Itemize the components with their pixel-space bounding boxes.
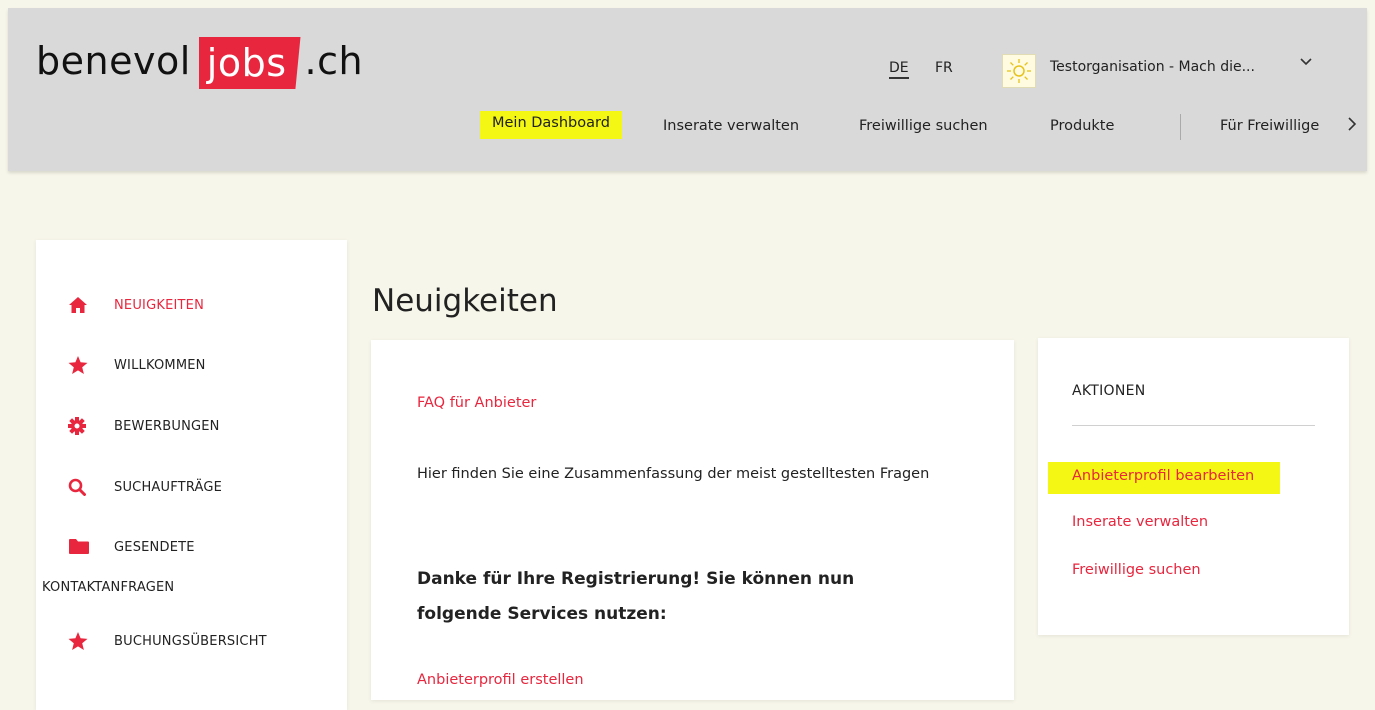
sidebar-item-label: NEUIGKEITEN [114, 298, 205, 313]
news-card: FAQ für Anbieter Hier finden Sie eine Zu… [371, 340, 1014, 700]
organisation-name[interactable]: Testorganisation - Mach die... [1050, 59, 1255, 75]
sidebar-item-label: BEWERBUNGEN [114, 419, 220, 434]
action-manage-ads-link[interactable]: Inserate verwalten [1072, 514, 1208, 530]
registration-thanks-text: Danke für Ihre Registrierung! Sie können… [417, 569, 855, 624]
actions-card: AKTIONEN Anbieterprofil bearbeiten Inser… [1038, 338, 1349, 635]
organisation-logo [1002, 54, 1036, 88]
sidebar-item-label: BUCHUNGSÜBERSICHT [114, 634, 267, 649]
action-edit-profile-link[interactable]: Anbieterprofil bearbeiten [1048, 462, 1281, 494]
sidebar: NEUIGKEITEN WILLKOMMEN BEWERBUNGEN SUCHA… [36, 240, 347, 710]
sidebar-item-label: WILLKOMMEN [114, 358, 206, 373]
faq-description: Hier finden Sie eine Zusammenfassung der… [417, 466, 930, 482]
sun-icon [1007, 59, 1031, 83]
star-icon [68, 632, 90, 650]
nav-fuer-freiwillige[interactable]: Für Freiwillige [1220, 118, 1319, 134]
action-search-volunteers-link[interactable]: Freiwillige suchen [1072, 562, 1201, 578]
sidebar-item-label: SUCHAUFTRÄGE [114, 480, 223, 495]
page-title: Neuigkeiten [372, 282, 558, 319]
sidebar-item-label-continued[interactable]: KONTAKTANFRAGEN [42, 580, 174, 595]
nav-freiwillige-suchen[interactable]: Freiwillige suchen [859, 118, 988, 134]
logo-text-ch: .ch [304, 39, 364, 83]
folder-icon [68, 538, 90, 556]
nav-divider [1180, 114, 1181, 140]
home-icon [68, 296, 90, 314]
chevron-right-icon[interactable] [1346, 116, 1358, 136]
page-border [0, 0, 8, 686]
sidebar-item-label: GESENDETE [114, 540, 195, 555]
site-header: benevol jobs .ch DE FR Testorganisation … [8, 8, 1367, 171]
logo-text-benevol: benevol [36, 39, 191, 83]
search-icon [68, 478, 90, 496]
nav-mein-dashboard[interactable]: Mein Dashboard [480, 111, 622, 139]
faq-link[interactable]: FAQ für Anbieter [417, 395, 536, 411]
lang-fr-link[interactable]: FR [935, 60, 953, 76]
nav-inserate-verwalten[interactable]: Inserate verwalten [663, 118, 799, 134]
star-icon [68, 356, 90, 374]
logo-text-jobs: jobs [198, 37, 301, 89]
lang-de-link[interactable]: DE [889, 60, 909, 79]
chevron-down-icon[interactable] [1299, 54, 1313, 73]
divider [1072, 425, 1315, 426]
site-logo[interactable]: benevol jobs .ch [36, 37, 364, 89]
gear-icon [68, 417, 90, 435]
nav-produkte[interactable]: Produkte [1050, 118, 1114, 134]
actions-heading: AKTIONEN [1072, 383, 1146, 399]
